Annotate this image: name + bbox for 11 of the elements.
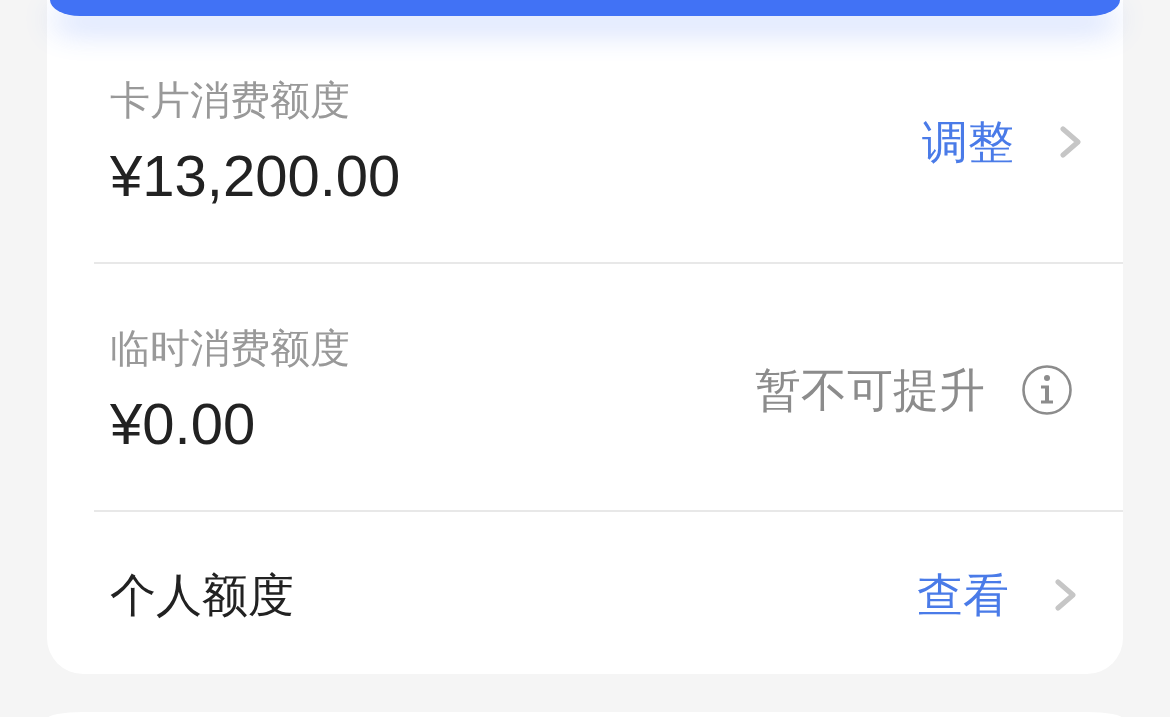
status-text: 暂不可提升 (755, 363, 985, 418)
limit-amount: ¥13,200.00 (110, 143, 401, 209)
entry-title: 个人额度 (110, 568, 294, 623)
limit-label: 卡片消费额度 (110, 77, 350, 124)
limit-amount: ¥0.00 (110, 391, 256, 457)
action-link[interactable]: 查看 (917, 567, 1009, 623)
action-link[interactable]: 调整 (922, 114, 1014, 170)
chevron-right-icon[interactable] (1060, 126, 1082, 158)
chevron-right-icon[interactable] (1055, 579, 1077, 611)
limit-label: 临时消费额度 (110, 325, 350, 372)
info-icon[interactable] (1022, 365, 1072, 415)
